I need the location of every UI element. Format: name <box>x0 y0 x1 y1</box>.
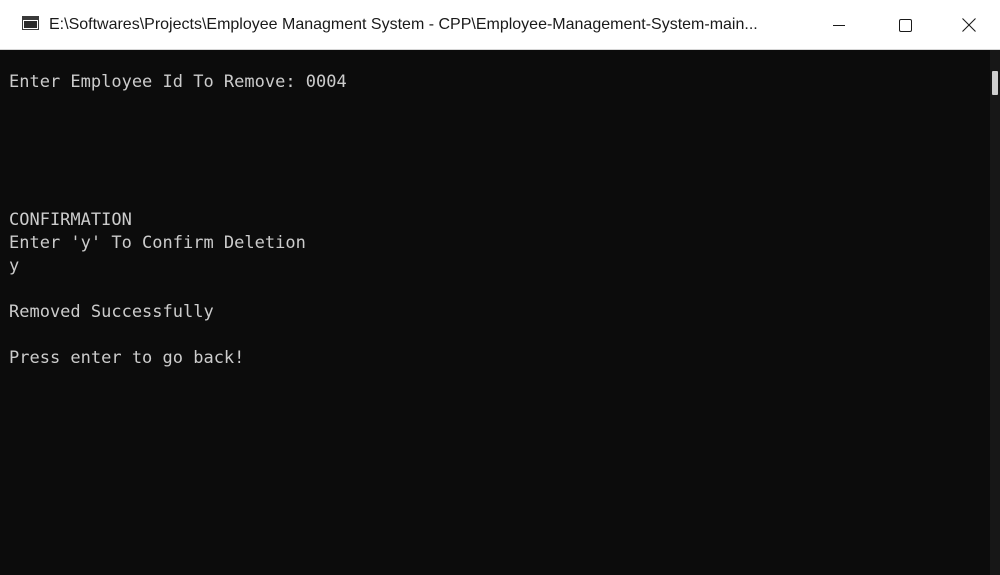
title-bar[interactable]: E:\Softwares\Projects\Employee Managment… <box>0 0 1000 50</box>
confirmation-heading: CONFIRMATION <box>9 210 132 230</box>
scrollbar-thumb[interactable] <box>992 71 998 95</box>
maximize-button[interactable] <box>872 0 938 50</box>
go-back-prompt: Press enter to go back! <box>9 348 245 368</box>
close-icon <box>962 18 976 32</box>
console-app-icon <box>22 16 39 30</box>
minimize-icon <box>833 25 845 26</box>
close-button[interactable] <box>938 0 1000 50</box>
minimize-button[interactable] <box>806 0 872 50</box>
confirm-deletion-prompt: Enter 'y' To Confirm Deletion <box>9 233 306 253</box>
maximize-icon <box>898 18 912 32</box>
user-input-y: y <box>9 256 20 276</box>
console-output[interactable]: Enter Employee Id To Remove: 0004 CONFIR… <box>0 50 990 575</box>
window-title: E:\Softwares\Projects\Employee Managment… <box>49 16 758 33</box>
console-window: E:\Softwares\Projects\Employee Managment… <box>0 0 1000 575</box>
vertical-scrollbar[interactable] <box>990 50 1000 575</box>
prompt-employee-id: Enter Employee Id To Remove: 0004 <box>9 72 347 92</box>
removed-message: Removed Successfully <box>9 302 214 322</box>
